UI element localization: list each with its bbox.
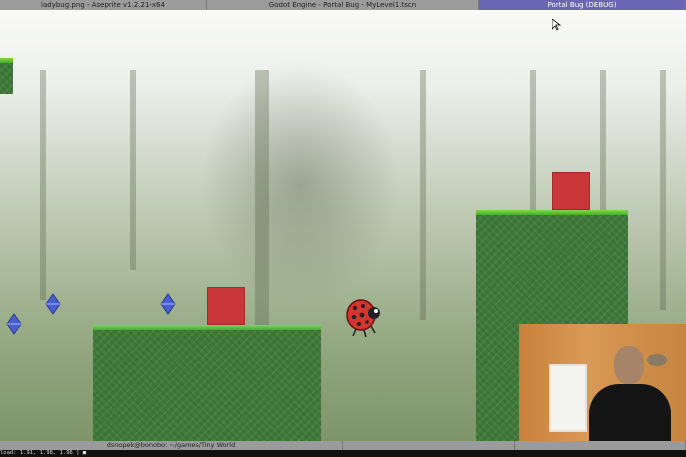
window-in-room	[549, 364, 587, 432]
top-taskbar: ladybug.png - Aseprite v1.2.21-x64 Godot…	[0, 0, 686, 10]
task-empty[interactable]	[515, 441, 686, 450]
mouse-cursor-icon	[552, 19, 561, 31]
task-portal-bug-debug[interactable]: Portal Bug (DEBUG)	[479, 0, 686, 10]
background-tree	[255, 70, 269, 330]
forest-background	[200, 60, 400, 310]
diamond-gem-icon	[160, 293, 176, 315]
terminal-status-line: load: 1.91, 1.98, 1.96 ] ■	[0, 450, 686, 457]
task-terminal[interactable]: dsnopek@bonobo: ~/games/Tiny World	[0, 441, 343, 450]
person-head	[614, 346, 644, 384]
diamond-gem-icon	[6, 313, 22, 335]
task-empty[interactable]	[343, 441, 515, 450]
background-tree	[660, 70, 666, 310]
background-tree	[420, 70, 426, 320]
background-tree	[40, 70, 46, 300]
diamond-gem-icon	[45, 293, 61, 315]
bottom-taskbar: dsnopek@bonobo: ~/games/Tiny World	[0, 441, 686, 450]
task-aseprite[interactable]: ladybug.png - Aseprite v1.2.21-x64	[0, 0, 207, 10]
webcam-overlay	[519, 324, 686, 447]
red-block	[552, 172, 590, 210]
person-shirt	[589, 384, 671, 447]
ceiling-fan	[647, 354, 667, 366]
grass-platform-edge	[0, 58, 13, 94]
red-block	[207, 287, 245, 325]
ladybug-icon	[346, 299, 380, 338]
task-godot-editor[interactable]: Godot Engine - Portal Bug - MyLevel1.tsc…	[207, 0, 479, 10]
grass-platform-left	[93, 325, 321, 441]
background-tree	[130, 70, 136, 270]
